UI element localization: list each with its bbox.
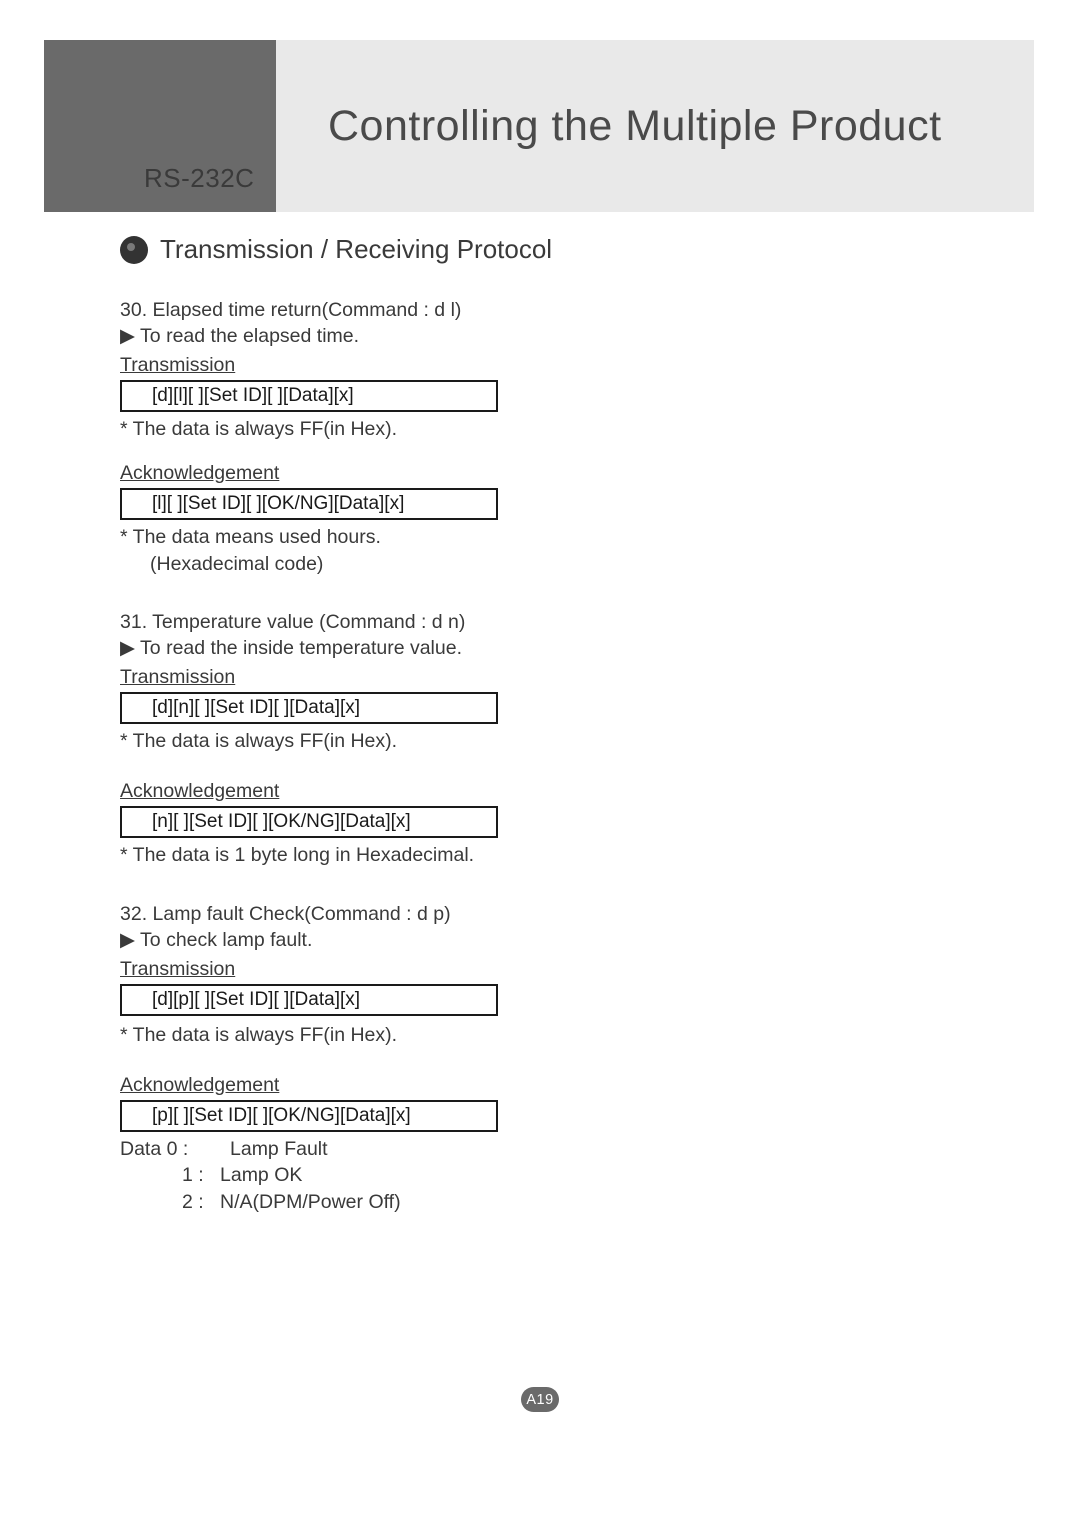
command-31-ack-note: * The data is 1 byte long in Hexadecimal… <box>120 842 980 868</box>
page-title: Controlling the Multiple Product <box>328 102 942 151</box>
list-item: Data 0 :Lamp Fault <box>120 1136 980 1162</box>
command-32-block: 32. Lamp fault Check(Command : d p) ▶ To… <box>120 903 980 1215</box>
command-32-tx-box: [d][p][ ][Set ID][ ][Data][x] <box>120 984 498 1016</box>
command-30-tx-note: * The data is always FF(in Hex). <box>120 416 980 442</box>
command-30-ack-note1: * The data means used hours. <box>120 524 980 550</box>
page-number-badge: A19 <box>521 1387 559 1412</box>
command-32-tx-note: * The data is always FF(in Hex). <box>120 1022 980 1048</box>
command-30-block: 30. Elapsed time return(Command : d l) ▶… <box>120 299 980 577</box>
list-item: 2 :N/A(DPM/Power Off) <box>120 1189 980 1215</box>
ack-label: Acknowledgement <box>120 1074 980 1097</box>
command-30-ack-box: [l][ ][Set ID][ ][OK/NG][Data][x] <box>120 488 498 520</box>
data-key: 1 : <box>182 1162 220 1188</box>
command-30-desc: ▶ To read the elapsed time. <box>120 324 980 348</box>
list-item: 1 :Lamp OK <box>120 1162 980 1188</box>
data-key: Data 0 : <box>120 1136 230 1162</box>
page-header: RS-232C Controlling the Multiple Product <box>44 40 1034 212</box>
command-31-title: 31. Temperature value (Command : d n) <box>120 611 980 634</box>
command-30-title: 30. Elapsed time return(Command : d l) <box>120 299 980 322</box>
transmission-label: Transmission <box>120 958 980 981</box>
data-key: 2 : <box>182 1189 220 1215</box>
command-31-tx-box: [d][n][ ][Set ID][ ][Data][x] <box>120 692 498 724</box>
command-32-ack-box: [p][ ][Set ID][ ][OK/NG][Data][x] <box>120 1100 498 1132</box>
command-32-data-list: Data 0 :Lamp Fault 1 :Lamp OK 2 :N/A(DPM… <box>120 1136 980 1215</box>
data-value: Lamp Fault <box>230 1138 328 1160</box>
ack-label: Acknowledgement <box>120 780 980 803</box>
command-31-ack-box: [n][ ][Set ID][ ][OK/NG][Data][x] <box>120 806 498 838</box>
ack-label: Acknowledgement <box>120 462 980 485</box>
section-title: Transmission / Receiving Protocol <box>160 234 552 265</box>
content-area: Transmission / Receiving Protocol 30. El… <box>120 234 980 1249</box>
rs232c-label: RS-232C <box>144 163 344 194</box>
header-light-block: RS-232C Controlling the Multiple Product <box>276 40 1034 212</box>
command-30-tx-box: [d][l][ ][Set ID][ ][Data][x] <box>120 380 498 412</box>
transmission-label: Transmission <box>120 666 980 689</box>
transmission-label: Transmission <box>120 354 980 377</box>
command-30-ack-note2: (Hexadecimal code) <box>150 551 980 577</box>
command-31-desc: ▶ To read the inside temperature value. <box>120 636 980 660</box>
data-value: Lamp OK <box>220 1164 302 1186</box>
command-31-block: 31. Temperature value (Command : d n) ▶ … <box>120 611 980 869</box>
command-32-title: 32. Lamp fault Check(Command : d p) <box>120 903 980 926</box>
command-32-desc: ▶ To check lamp fault. <box>120 928 980 952</box>
data-value: N/A(DPM/Power Off) <box>220 1191 401 1213</box>
section-heading: Transmission / Receiving Protocol <box>120 234 980 265</box>
bullet-icon <box>120 236 148 264</box>
command-31-tx-note: * The data is always FF(in Hex). <box>120 728 980 754</box>
